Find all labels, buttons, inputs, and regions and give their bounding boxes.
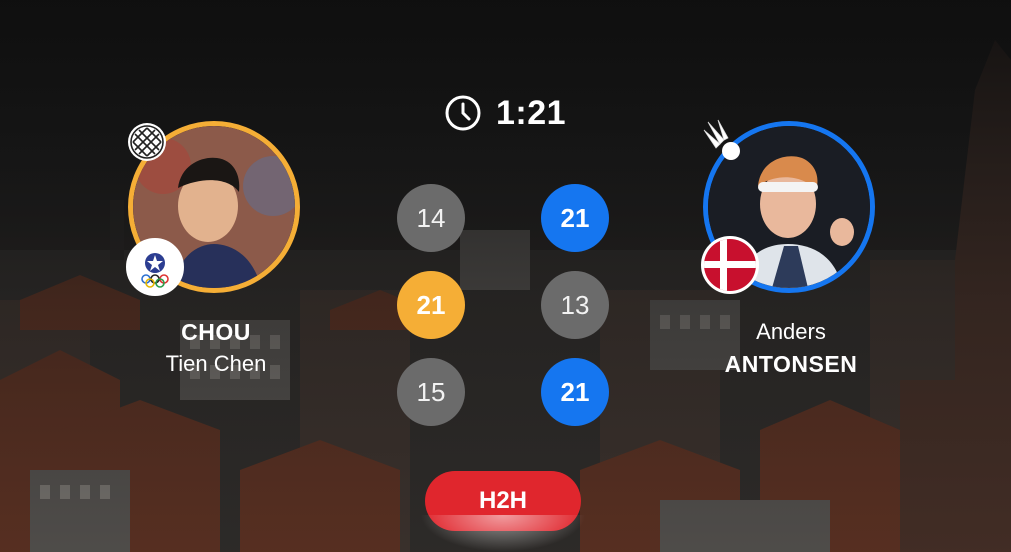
- player-right-given-name: Anders: [756, 319, 826, 344]
- clock-icon: [445, 95, 481, 131]
- game-1-score-left: 14: [397, 184, 465, 252]
- game-2-score-left: 21: [397, 271, 465, 339]
- game-3-score-left: 15: [397, 358, 465, 426]
- player-left-name: CHOU Tien Chen: [116, 316, 316, 380]
- chinese-taipei-flag: [126, 238, 184, 296]
- game-1-score-right: 21: [541, 184, 609, 252]
- player-right-name: Anders ANTONSEN: [691, 316, 891, 380]
- player-left-surname: CHOU: [181, 319, 251, 345]
- match-duration: 1:21: [496, 93, 567, 132]
- racket-icon: [125, 120, 169, 169]
- h2h-button-glow: [420, 515, 586, 552]
- game-3-score-right: 21: [541, 358, 609, 426]
- match-timer: 1:21: [444, 93, 566, 133]
- player-left-given-name: Tien Chen: [165, 351, 267, 376]
- denmark-flag: [701, 236, 759, 294]
- game-2-score-right: 13: [541, 271, 609, 339]
- player-right-surname: ANTONSEN: [724, 351, 858, 377]
- shuttlecock-icon: [700, 118, 748, 171]
